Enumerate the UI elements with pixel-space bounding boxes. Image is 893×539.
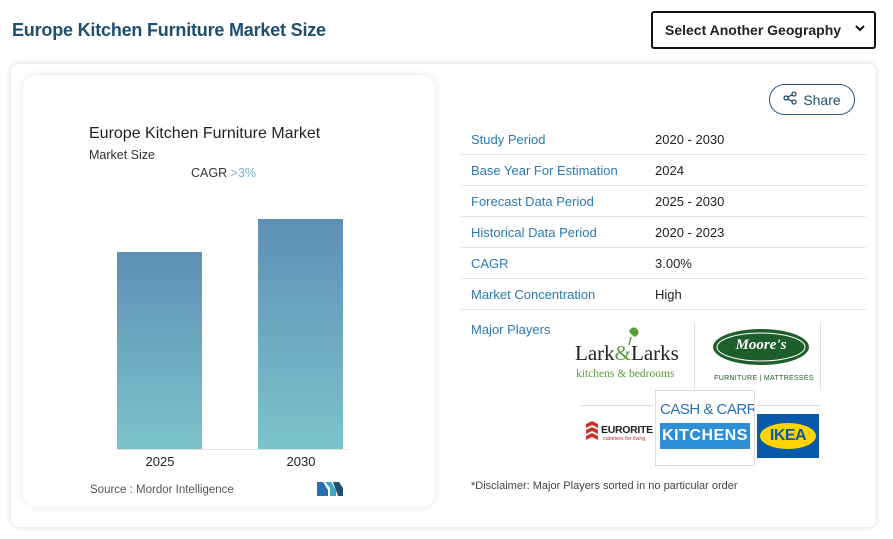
info-row-historical-period: Historical Data Period 2020 - 2023 — [461, 217, 866, 248]
info-key: CAGR — [471, 256, 509, 271]
info-key: Forecast Data Period — [471, 194, 594, 209]
ikea-name: IKEA — [769, 427, 807, 444]
cashcarry-bottom-text: KITCHENS — [662, 427, 748, 444]
info-key: Base Year For Estimation — [471, 163, 618, 178]
share-button[interactable]: Share — [769, 84, 855, 115]
lark-tagline: kitchens & bedrooms — [576, 368, 675, 380]
lark-word-2: Larks — [631, 341, 679, 365]
chevron-down-icon — [854, 22, 866, 37]
major-players-label: Major Players — [471, 322, 551, 337]
market-page: Europe Kitchen Furniture Market Size Sel… — [0, 0, 893, 539]
lark-amp: & — [614, 341, 631, 365]
ikea-logo[interactable]: IKEA — [757, 405, 821, 465]
info-row-base-year: Base Year For Estimation 2024 — [461, 155, 866, 186]
moores-name: Moore's — [735, 337, 787, 353]
chart-title: Europe Kitchen Furniture Market — [89, 125, 321, 142]
info-row-market-concentration: Market Concentration High — [461, 279, 866, 310]
bar-2025 — [117, 252, 202, 449]
chart-source: Source : Mordor Intelligence — [90, 484, 234, 496]
cashcarry-top-text: CASH & CARRY — [660, 401, 754, 418]
cagr-label: CAGR — [191, 166, 228, 180]
lark-word: Lark — [575, 341, 615, 365]
bar-2030 — [258, 219, 343, 449]
info-row-study-period: Study Period 2020 - 2030 — [461, 124, 866, 155]
info-value: 3.00% — [655, 256, 692, 271]
market-info-table: Study Period 2020 - 2030 Base Year For E… — [461, 124, 866, 310]
info-row-forecast-period: Forecast Data Period 2025 - 2030 — [461, 186, 866, 217]
moores-tagline: FURNITURE | MATTRESSES — [714, 375, 814, 382]
cagr-value: >3% — [230, 166, 256, 180]
players-disclaimer: *Disclaimer: Major Players sorted in no … — [471, 480, 738, 492]
chart-baseline — [115, 449, 348, 450]
info-key: Historical Data Period — [471, 225, 597, 240]
eurorite-logo[interactable]: EURORITE cabinets for living — [581, 405, 653, 465]
geography-select[interactable]: Select Another Geography — [651, 11, 876, 49]
info-value: 2025 - 2030 — [655, 194, 725, 209]
moores-logo[interactable]: Moore's FURNITURE | MATTRESSES — [701, 323, 821, 389]
chart-subtitle: Market Size — [89, 148, 155, 162]
major-players-logos: Lark&Larks kitchens & bedrooms Moore's F… — [569, 323, 821, 466]
share-icon — [783, 91, 797, 108]
info-value: 2024 — [655, 163, 684, 178]
market-snapshot-card: Europe Kitchen Furniture Market Market S… — [11, 64, 876, 527]
cagr-annotation: CAGR >3% — [191, 166, 256, 180]
eurorite-tagline: cabinets for living — [603, 436, 646, 442]
cash-and-carry-kitchens-logo[interactable]: CASH & CARRY KITCHENS — [655, 390, 755, 466]
share-label: Share — [803, 91, 841, 108]
info-value: High — [655, 287, 682, 302]
lark-and-larks-logo[interactable]: Lark&Larks kitchens & bedrooms — [569, 323, 695, 389]
info-key: Study Period — [471, 132, 546, 147]
x-tick-label: 2030 — [286, 454, 316, 469]
page-title: Europe Kitchen Furniture Market Size — [12, 20, 326, 40]
chart-panel: Europe Kitchen Furniture Market Market S… — [23, 75, 435, 507]
x-tick-label: 2025 — [145, 454, 175, 469]
info-value: 2020 - 2023 — [655, 225, 725, 240]
mordor-intelligence-logo-icon — [317, 482, 343, 496]
geography-select-label: Select Another Geography — [665, 22, 842, 38]
eurorite-name: EURORITE — [601, 424, 653, 436]
eurorite-mark-icon — [586, 421, 598, 440]
info-value: 2020 - 2030 — [655, 132, 725, 147]
info-key: Market Concentration — [471, 287, 596, 302]
info-row-cagr: CAGR 3.00% — [461, 248, 866, 279]
